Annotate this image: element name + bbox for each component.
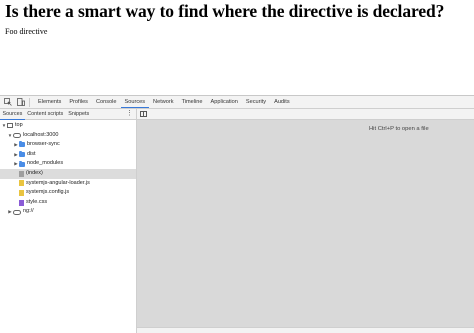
foo-directive-text: Foo directive xyxy=(5,27,48,36)
navigator-tab-snippets[interactable]: Snippets xyxy=(66,109,92,119)
js-file-icon xyxy=(19,180,24,187)
file-tree: ▼ top ▼ localhost:3000 ▶ browser-sync ▶ … xyxy=(0,120,136,217)
folder-icon xyxy=(19,160,25,167)
folder-icon xyxy=(19,151,25,158)
tree-item-label: browser-sync xyxy=(27,141,60,148)
open-file-hint: Hit Ctrl+P to open a file xyxy=(369,126,429,132)
tree-item-ng[interactable]: ▶ ng:// xyxy=(0,207,136,217)
more-options-icon[interactable]: ⋮ xyxy=(126,110,133,118)
tree-item-folder[interactable]: ▶ node_modules xyxy=(0,159,136,169)
tree-item-label: top xyxy=(15,122,23,128)
tree-item-label: systemjs-angular-loader.js xyxy=(26,179,90,186)
js-file-icon xyxy=(19,189,24,196)
devtools-panel: Elements Profiles Console Sources Networ… xyxy=(0,95,474,333)
navigator-tab-content-scripts[interactable]: Content scripts xyxy=(25,109,66,119)
tree-item-label: (index) xyxy=(26,169,43,176)
navigator-tab-sources[interactable]: Sources xyxy=(0,109,25,120)
tree-item-file[interactable]: systemjs-angular-loader.js xyxy=(0,179,136,189)
tab-timeline[interactable]: Timeline xyxy=(178,96,207,108)
tree-item-file-selected[interactable]: (index) xyxy=(0,168,136,179)
tree-item-label: node_modules xyxy=(27,160,64,167)
tree-item-label: dist xyxy=(27,150,36,157)
tab-network[interactable]: Network xyxy=(149,96,178,108)
sources-navigator: Sources Content scripts Snippets ⋮ ▼ top… xyxy=(0,109,137,333)
editor-area: Hit Ctrl+P to open a file xyxy=(137,109,474,333)
tree-item-file[interactable]: systemjs.config.js xyxy=(0,188,136,198)
inspect-element-icon[interactable] xyxy=(2,97,13,108)
tab-security[interactable]: Security xyxy=(242,96,270,108)
tree-item-folder[interactable]: ▶ browser-sync xyxy=(0,140,136,150)
cloud-icon xyxy=(13,132,21,138)
folder-icon xyxy=(19,141,25,148)
tree-item-localhost[interactable]: ▼ localhost:3000 xyxy=(0,131,136,141)
tab-audits[interactable]: Audits xyxy=(270,96,294,108)
tab-profiles[interactable]: Profiles xyxy=(65,96,92,108)
tab-sources[interactable]: Sources xyxy=(120,96,150,108)
navigator-tabs: Sources Content scripts Snippets ⋮ xyxy=(0,109,136,120)
editor-toolbar xyxy=(137,109,474,120)
css-file-icon xyxy=(19,199,24,206)
page-heading: Is there a smart way to find where the d… xyxy=(5,1,445,21)
web-page: Is there a smart way to find where the d… xyxy=(0,0,474,95)
tab-console[interactable]: Console xyxy=(92,96,121,108)
document-file-icon xyxy=(19,170,24,177)
tab-elements[interactable]: Elements xyxy=(34,96,65,108)
frame-icon xyxy=(7,123,13,129)
device-toolbar-icon[interactable] xyxy=(15,97,26,108)
tree-item-label: systemjs.config.js xyxy=(26,189,70,196)
toolbar-divider xyxy=(29,97,30,107)
editor-footer xyxy=(137,327,474,333)
tab-application[interactable]: Application xyxy=(207,96,242,108)
tree-item-top[interactable]: ▼ top xyxy=(0,121,136,131)
tree-item-label: style.css xyxy=(26,198,48,205)
cloud-icon xyxy=(13,209,21,215)
devtools-toolbar: Elements Profiles Console Sources Networ… xyxy=(0,96,474,109)
tree-item-label: ng:// xyxy=(23,208,34,215)
toggle-navigator-icon[interactable] xyxy=(140,111,147,117)
tree-item-label: localhost:3000 xyxy=(23,131,59,138)
tree-item-folder[interactable]: ▶ dist xyxy=(0,150,136,160)
tree-item-file[interactable]: style.css xyxy=(0,198,136,208)
